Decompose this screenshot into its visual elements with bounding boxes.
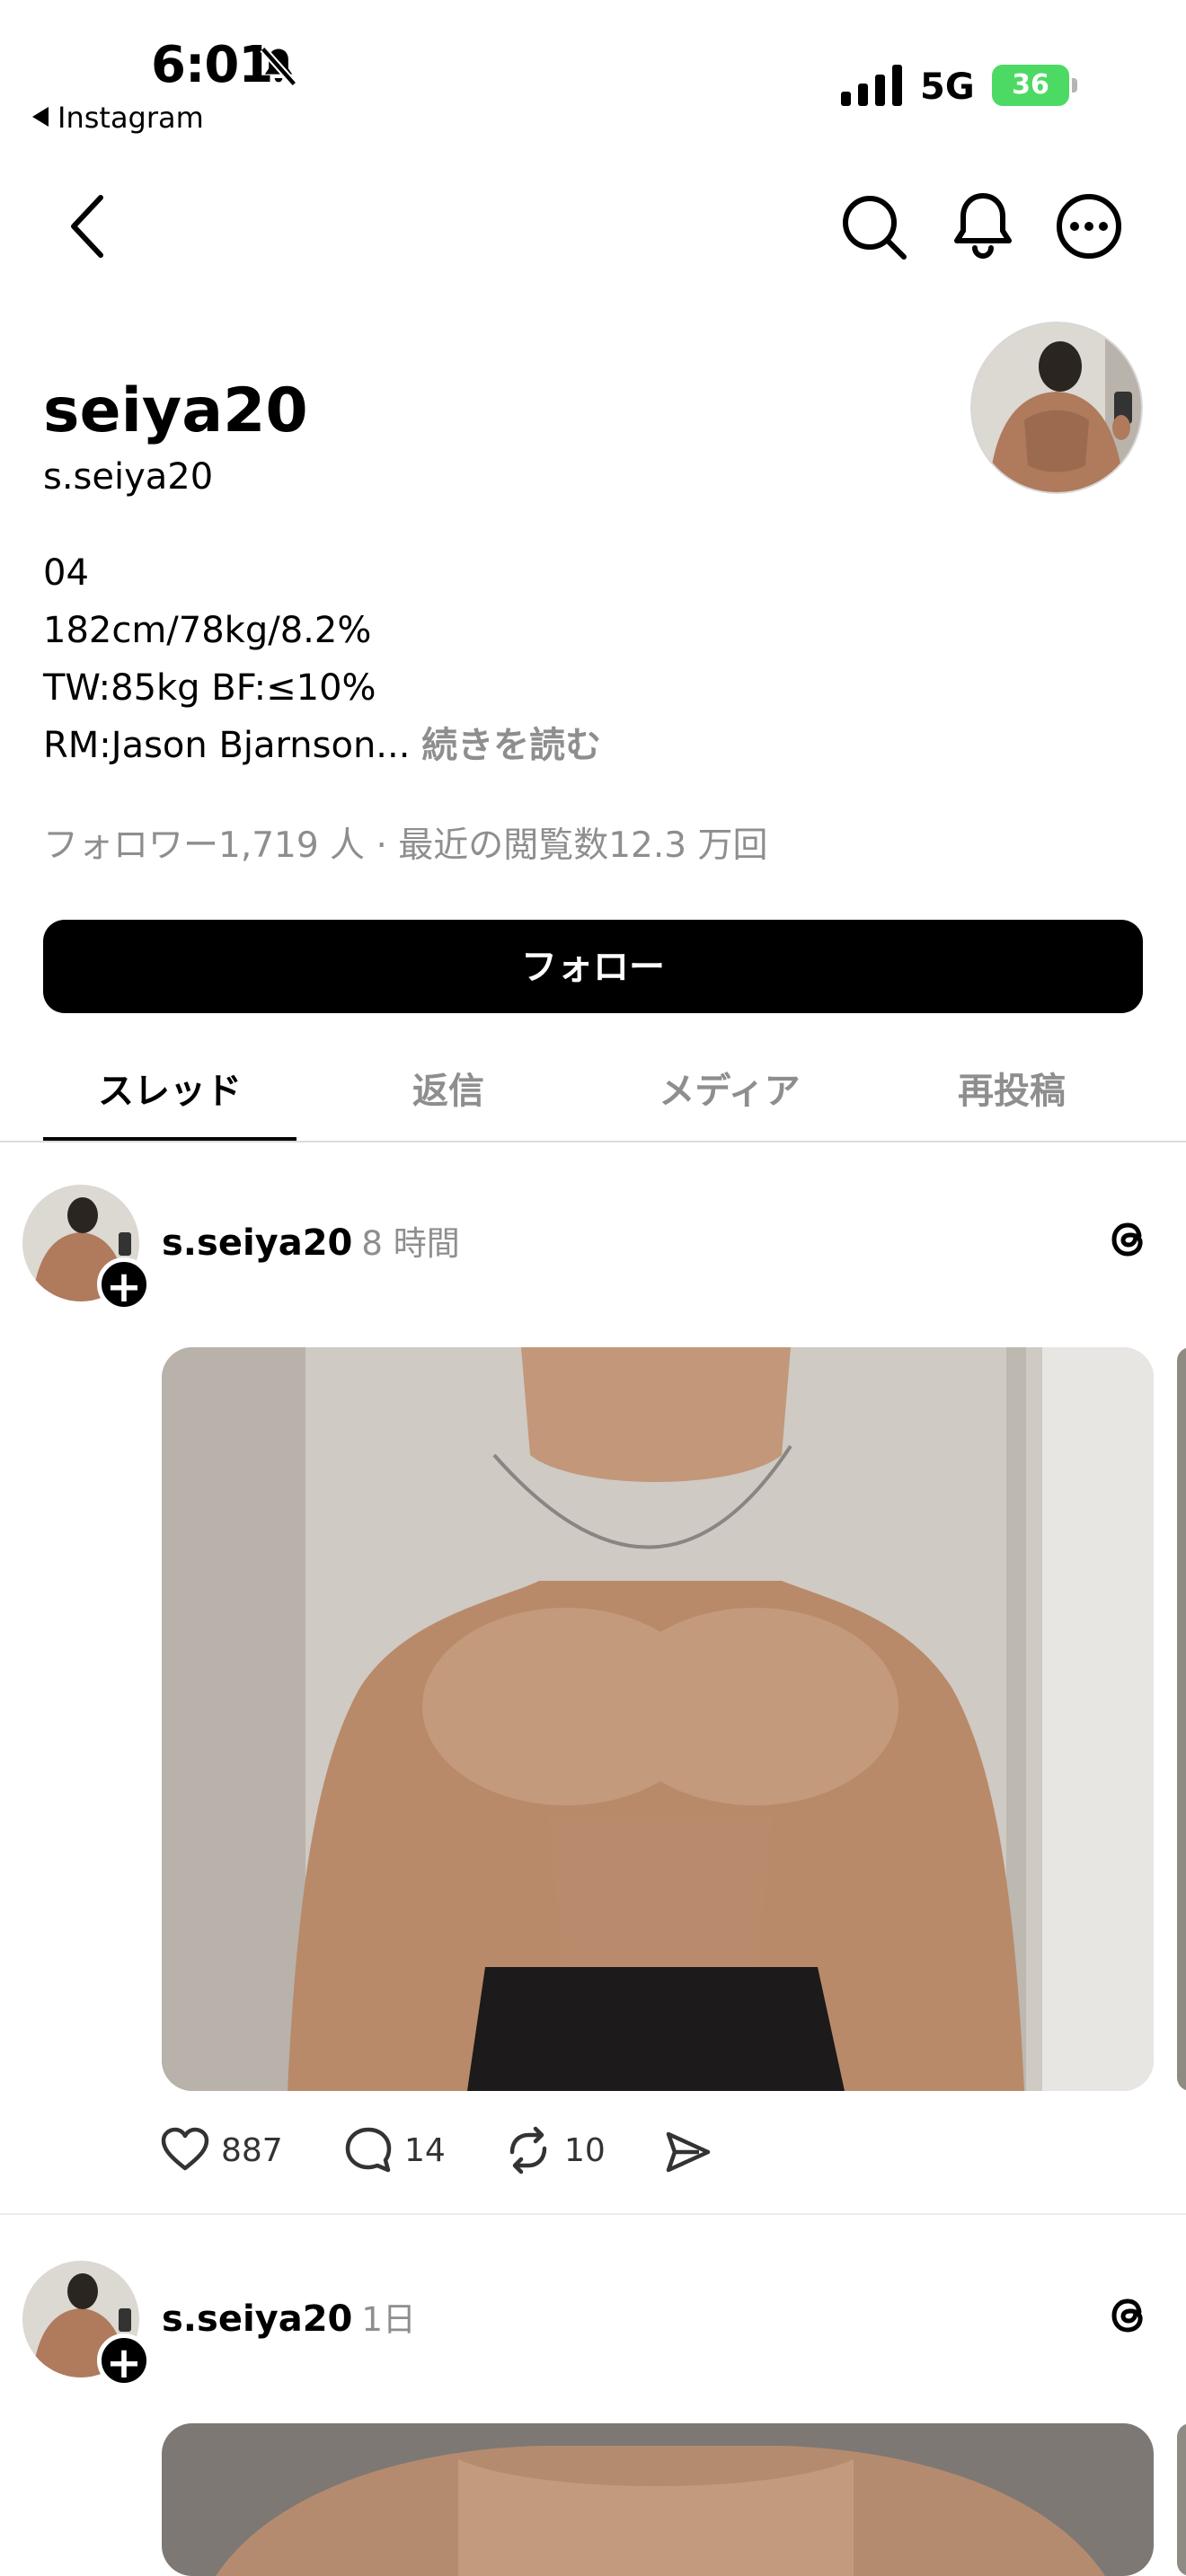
follower-stats[interactable]: フォロワー1,719 人 · 最近の閲覧数12.3 万回	[43, 817, 767, 868]
back-chevron-icon[interactable]	[61, 190, 115, 262]
profile-tabs: スレッド 返信 メディア 再投稿	[0, 1042, 1186, 1142]
network-type: 5G	[920, 66, 975, 108]
like-action[interactable]: 887	[160, 2125, 283, 2175]
like-count: 887	[221, 2131, 283, 2169]
post-image[interactable]	[162, 2423, 1154, 2576]
threads-logo-icon[interactable]	[1103, 1214, 1154, 1265]
post-header: s.seiya20 1日	[162, 2292, 416, 2341]
tab-media[interactable]: メディア	[603, 1062, 856, 1114]
profile-avatar[interactable]	[970, 322, 1143, 494]
profile-display-name: seiya20	[43, 375, 308, 446]
reply-count: 14	[404, 2131, 446, 2169]
follow-button[interactable]: フォロー	[43, 920, 1143, 1013]
post-header: s.seiya20 8 時間	[162, 1216, 460, 1265]
comment-icon	[345, 2127, 392, 2173]
bio-line: 182cm/78kg/8.2%	[43, 610, 372, 651]
bio-line: TW:85kg BF:≤10%	[43, 667, 376, 709]
next-image-preview[interactable]	[1177, 2423, 1186, 2576]
tab-threads[interactable]: スレッド	[43, 1062, 296, 1114]
tab-replies[interactable]: 返信	[322, 1062, 575, 1114]
more-options-icon[interactable]	[1053, 190, 1125, 262]
repost-count: 10	[564, 2131, 606, 2169]
post-image[interactable]	[162, 1347, 1154, 2091]
post-username[interactable]: s.seiya20	[162, 2298, 352, 2340]
next-image-preview[interactable]	[1177, 1347, 1186, 2091]
reply-action[interactable]: 14	[343, 2125, 446, 2175]
back-to-app-link[interactable]: Instagram	[32, 101, 204, 135]
status-time: 6:01	[151, 36, 273, 94]
heart-icon	[161, 2127, 209, 2171]
post-username[interactable]: s.seiya20	[162, 1222, 352, 1264]
share-icon[interactable]	[663, 2127, 713, 2177]
threads-logo-icon[interactable]	[1103, 2290, 1154, 2341]
back-app-label: Instagram	[58, 101, 204, 135]
bio-line-text: RM:Jason Bjarnson...	[43, 725, 411, 766]
battery-level: 36	[992, 65, 1069, 106]
active-tab-indicator	[43, 1137, 296, 1141]
cellular-signal-icon	[841, 65, 902, 106]
bio-line-last: RM:Jason Bjarnson... 続きを読む	[43, 717, 601, 774]
battery-icon: 36	[992, 65, 1078, 106]
read-more-link[interactable]: 続きを読む	[421, 725, 601, 766]
bell-icon[interactable]	[949, 189, 1017, 260]
bio-line: 04	[43, 552, 89, 594]
tab-reposts[interactable]: 再投稿	[885, 1062, 1138, 1114]
post-time: 8 時間	[361, 1224, 460, 1263]
search-icon[interactable]	[837, 190, 909, 262]
profile-username: s.seiya20	[43, 456, 214, 498]
follow-plus-icon[interactable]: +	[97, 2333, 151, 2388]
post-time: 1日	[361, 2300, 416, 2339]
repost-action[interactable]: 10	[503, 2125, 606, 2175]
follow-plus-icon[interactable]: +	[97, 1257, 151, 1312]
post-divider	[0, 2213, 1186, 2215]
profile-bio: 04 182cm/78kg/8.2% TW:85kg BF:≤10% RM:Ja…	[43, 544, 601, 774]
bell-slash-icon	[260, 46, 297, 87]
repost-icon	[509, 2126, 547, 2175]
back-triangle-icon	[32, 107, 49, 127]
